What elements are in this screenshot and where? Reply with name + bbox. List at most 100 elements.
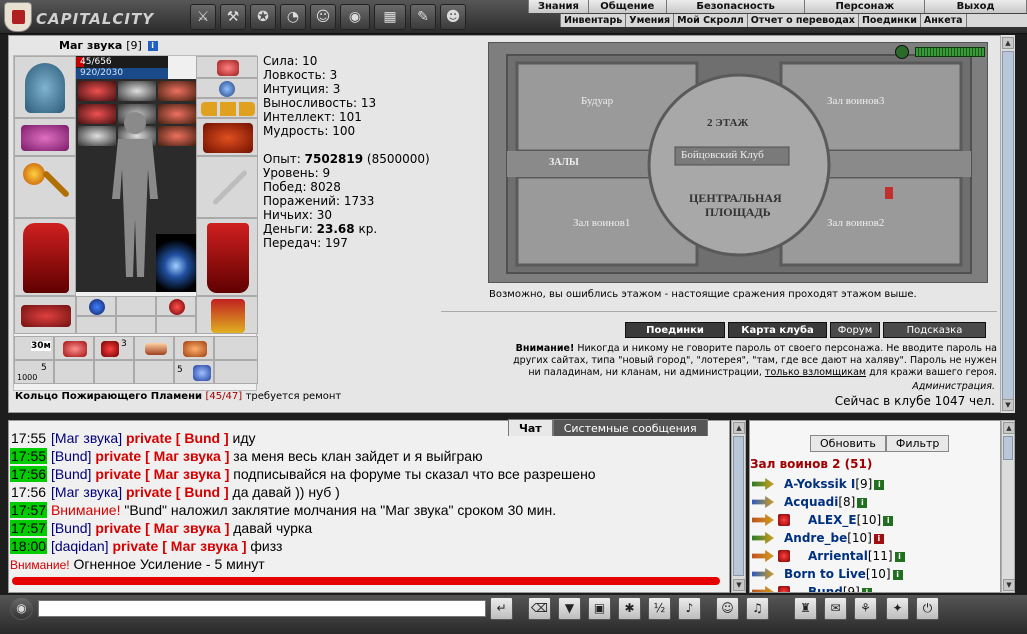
halls-link[interactable]: ЗАЛЫ <box>549 157 579 168</box>
chat-sender[interactable]: [Bund] <box>51 466 91 482</box>
rune-slot[interactable] <box>156 316 196 334</box>
eye-icon[interactable]: ◉ <box>340 4 370 30</box>
belt-pocket[interactable] <box>134 336 174 360</box>
rings-slot[interactable] <box>196 98 258 118</box>
info-icon[interactable]: i <box>147 41 158 51</box>
badge-icon[interactable]: ✪ <box>250 4 276 30</box>
scroll-thumb[interactable] <box>733 436 744 576</box>
rune-slot[interactable] <box>118 81 156 101</box>
chat-private-tag[interactable]: private [ Bund ] <box>126 430 229 446</box>
chat-sender[interactable]: [Bund] <box>51 520 91 536</box>
private-arrow-icon[interactable] <box>752 496 774 508</box>
belt-pocket[interactable]: 5 <box>174 360 214 384</box>
menu-knowledge[interactable]: Знания <box>529 0 589 13</box>
pants-slot[interactable] <box>196 218 258 296</box>
chat-sender[interactable]: [Маг звука] <box>51 484 122 500</box>
belt-pocket[interactable]: 30м <box>14 336 54 360</box>
belt-pocket[interactable] <box>214 360 258 384</box>
helmet-icon[interactable]: ⚘ <box>854 597 877 620</box>
private-arrow-icon[interactable] <box>752 586 774 592</box>
character-name[interactable]: Маг звука <box>59 39 122 52</box>
info-icon[interactable]: i <box>892 569 903 580</box>
chat-private-tag[interactable]: private [ Маг звука ] <box>95 448 229 464</box>
submenu-profile[interactable]: Анкета <box>921 14 967 27</box>
scroll-up-icon[interactable]: ▲ <box>733 422 745 434</box>
fraction-icon[interactable]: ½ <box>648 597 671 620</box>
sound-icon[interactable]: ♫ <box>746 597 769 620</box>
chat-sender[interactable]: [Маг звука] <box>51 430 122 446</box>
belt-pocket[interactable] <box>54 336 94 360</box>
player-row[interactable]: Acquadi[8] i <box>752 493 1000 511</box>
chat-time[interactable]: 17:55 <box>10 448 48 464</box>
lock-icon[interactable]: ✦ <box>886 597 909 620</box>
chat-time[interactable]: 18:00 <box>10 538 48 554</box>
smiley-icon[interactable]: ☺ <box>310 4 336 30</box>
walker-icon[interactable]: ✱ <box>618 597 641 620</box>
info-icon[interactable]: i <box>873 533 884 544</box>
belt-pocket[interactable]: 3 <box>94 336 134 360</box>
player-name[interactable]: Bund[9] i <box>808 583 872 592</box>
private-arrow-icon[interactable] <box>752 514 774 526</box>
smiley-icon[interactable]: ☺ <box>716 597 739 620</box>
chat-scrollbar[interactable]: ▲ ▼ <box>731 420 746 593</box>
private-arrow-icon[interactable] <box>752 550 774 562</box>
submenu-inventory[interactable]: Инвентарь <box>561 14 627 27</box>
menu-exit[interactable]: Выход <box>925 0 1027 13</box>
player-row[interactable]: A-Yokssik I[9] i <box>752 475 1000 493</box>
pencil-icon[interactable]: ✎ <box>410 4 436 30</box>
tab-system-messages[interactable]: Системные сообщения <box>552 419 708 436</box>
offhand-slot[interactable] <box>196 156 258 218</box>
app-logo[interactable]: CAPITALCITY <box>4 2 153 32</box>
scroll-up-icon[interactable]: ▲ <box>1003 422 1015 434</box>
chat-time[interactable]: 17:57 <box>10 520 48 536</box>
shield-slot[interactable] <box>156 234 196 292</box>
rune-slot[interactable] <box>116 316 156 334</box>
gloves-slot[interactable] <box>196 118 258 156</box>
central-square-2[interactable]: ПЛОЩАДЬ <box>705 205 771 220</box>
chat-sender[interactable]: [Bund] <box>51 448 91 464</box>
room-hall1[interactable]: Зал воинов1 <box>573 217 630 229</box>
belt-pocket[interactable] <box>134 360 174 384</box>
forum-button[interactable]: Форум <box>830 322 880 338</box>
chat-time[interactable]: 17:56 <box>10 484 47 500</box>
player-row[interactable]: Bund[9] i <box>752 583 1000 592</box>
armor-slot[interactable] <box>14 218 76 296</box>
clan-icon[interactable] <box>778 514 790 526</box>
private-arrow-icon[interactable] <box>752 568 774 580</box>
rune-slot[interactable] <box>158 126 196 147</box>
filter-icon[interactable]: ▼ <box>558 597 581 620</box>
info-icon[interactable]: i <box>861 587 872 592</box>
belt-pocket[interactable]: 5 1000 <box>14 360 54 384</box>
bracer-slot[interactable] <box>14 118 76 156</box>
music-icon[interactable]: ♪ <box>678 597 701 620</box>
info-icon[interactable]: i <box>894 551 905 562</box>
player-name[interactable]: A-Yokssik I[9] i <box>784 475 885 493</box>
private-arrow-icon[interactable] <box>752 532 774 544</box>
ring-slot[interactable] <box>156 296 196 316</box>
refresh-icon[interactable] <box>895 45 909 59</box>
hackers-link[interactable]: только взломщикам <box>765 367 866 378</box>
amulet-slot[interactable] <box>196 78 258 98</box>
clan-icon[interactable] <box>778 550 790 562</box>
earring-slot[interactable] <box>196 56 258 78</box>
submenu-scroll[interactable]: Мой Скролл <box>674 14 748 27</box>
club-map-button[interactable]: Карта клуба <box>728 322 827 338</box>
player-row[interactable]: Arriental[11] i <box>752 547 1000 565</box>
chat-private-tag[interactable]: private [ Маг звука ] <box>95 466 229 482</box>
player-name[interactable]: Born to Live[10] i <box>784 565 903 583</box>
bag-icon[interactable]: ♜ <box>794 597 817 620</box>
belt-pocket[interactable] <box>94 360 134 384</box>
scroll-down-icon[interactable]: ▼ <box>733 579 745 591</box>
ring-slot[interactable] <box>76 296 116 316</box>
central-square-1[interactable]: ЦЕНТРАЛЬНАЯ <box>689 191 782 206</box>
player-row[interactable]: ALEX_E[10] i <box>752 511 1000 529</box>
smile-icon[interactable]: ☻ <box>440 4 466 30</box>
refresh-button[interactable]: Обновить <box>810 435 886 452</box>
duels-button[interactable]: Поединки <box>625 322 725 338</box>
chat-private-tag[interactable]: private [ Bund ] <box>126 484 229 500</box>
player-name[interactable]: Acquadi[8] i <box>784 493 868 511</box>
room-boudoir[interactable]: Будуар <box>581 95 613 107</box>
weapon-slot[interactable] <box>14 156 76 218</box>
chat-sender[interactable]: [daqidan] <box>51 538 109 554</box>
chat-private-tag[interactable]: private [ Маг звука ] <box>112 538 246 554</box>
